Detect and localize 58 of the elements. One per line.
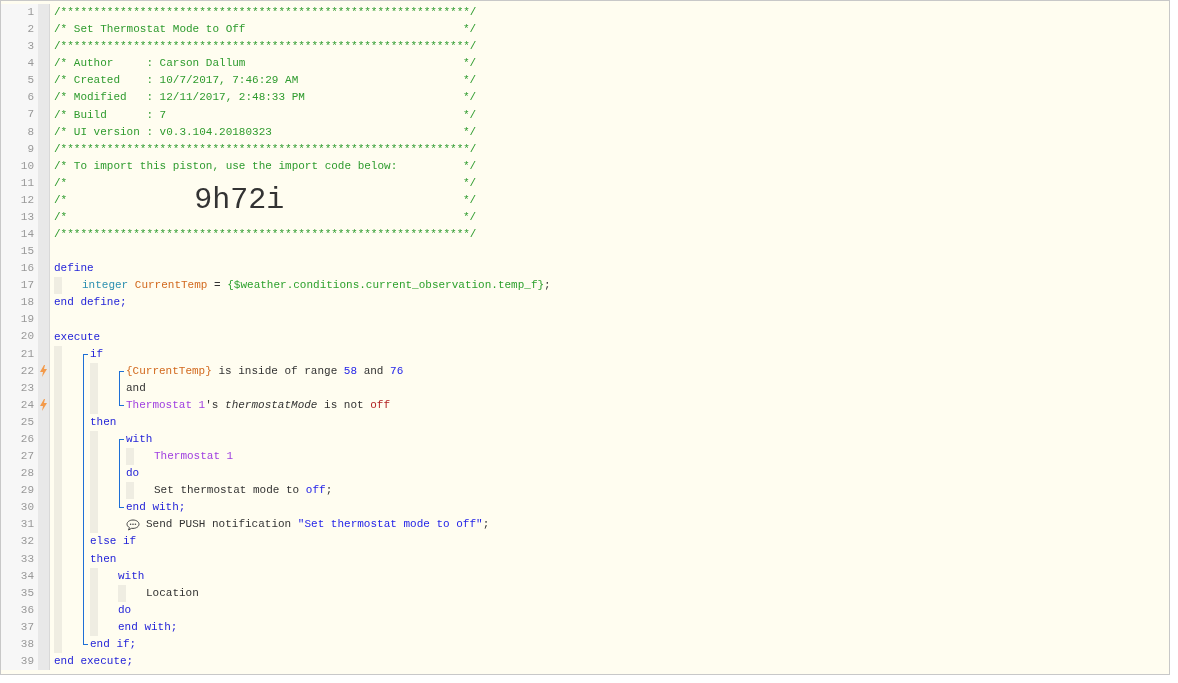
line-number: 16: [1, 260, 38, 278]
code-line: Send PUSH notification "Set thermostat mode to off";: [146, 517, 490, 533]
line-number: 19: [1, 311, 38, 329]
code-line: then: [90, 551, 117, 567]
code-line: with: [118, 568, 145, 584]
code-line: /* Author : Carson Dallum */: [54, 56, 477, 72]
code-line: /**************************************************************/: [54, 39, 477, 55]
code-line: /**************************************************************/: [54, 227, 477, 243]
code-line: execute: [54, 329, 101, 345]
code-line: with: [126, 432, 153, 447]
code-line: /* Set Thermostat Mode to Off */: [54, 22, 477, 38]
line-number: 18: [1, 294, 38, 312]
code-line: Thermostat 1's thermostatMode is not off: [126, 397, 391, 413]
line-number: 17: [1, 277, 38, 295]
line-number: 7: [1, 106, 38, 124]
code-line: end with;: [126, 500, 186, 516]
code-line: end define;: [54, 295, 127, 311]
code-line: {CurrentTemp} is inside of range 58 and 76: [126, 363, 404, 379]
code-line: /* */: [54, 209, 477, 225]
code-line: /**************************************************************/: [54, 141, 477, 157]
code-line: /* Created : 10/7/2017, 7:46:29 AM */: [54, 73, 477, 89]
code-line: end if;: [90, 636, 137, 652]
line-number: 15: [1, 243, 38, 261]
code-line: */: [463, 192, 477, 208]
line-number: 5: [1, 72, 38, 90]
line-number: 29: [1, 482, 38, 500]
code-line: do: [126, 466, 140, 482]
code-line: integer CurrentTemp = {$weather.conditions.current_observation.temp_f};: [82, 278, 551, 294]
line-number: 31: [1, 516, 38, 534]
code-line: Thermostat 1: [154, 449, 234, 465]
line-number: 4: [1, 55, 38, 73]
code-line: /* UI version : v0.3.104.20180323 */: [54, 124, 477, 140]
line-number: 20: [1, 328, 38, 346]
code-line: else if: [90, 534, 137, 550]
line-number: 27: [1, 448, 38, 466]
code-line: /**************************************************************/: [54, 5, 477, 21]
code-line: /* Modified : 12/11/2017, 2:48:33 PM */: [54, 90, 477, 106]
code-line: then: [90, 414, 117, 430]
code-line: and: [126, 380, 146, 396]
code-line: end with;: [118, 619, 178, 635]
code-line: Set thermostat mode to off;: [154, 483, 333, 499]
code-line: if: [90, 346, 104, 362]
code-line: do: [118, 602, 132, 618]
code-line: define: [54, 261, 94, 277]
speech-bubble-icon: [126, 518, 140, 531]
line-number: 6: [1, 89, 38, 107]
code-line: /* Build : 7 */: [54, 107, 477, 123]
code-line: Location: [146, 585, 199, 601]
line-number: 2: [1, 21, 38, 39]
line-number: 30: [1, 499, 38, 517]
line-number: 28: [1, 465, 38, 483]
line-number: 32: [1, 533, 38, 551]
line-number: 3: [1, 38, 38, 56]
line-number: 14: [1, 226, 38, 244]
code-line: /*: [54, 192, 68, 208]
code-line: end execute;: [54, 654, 134, 669]
line-number: 1: [1, 4, 38, 22]
code-line: /* To import this piston, use the import code below: */: [54, 158, 477, 174]
